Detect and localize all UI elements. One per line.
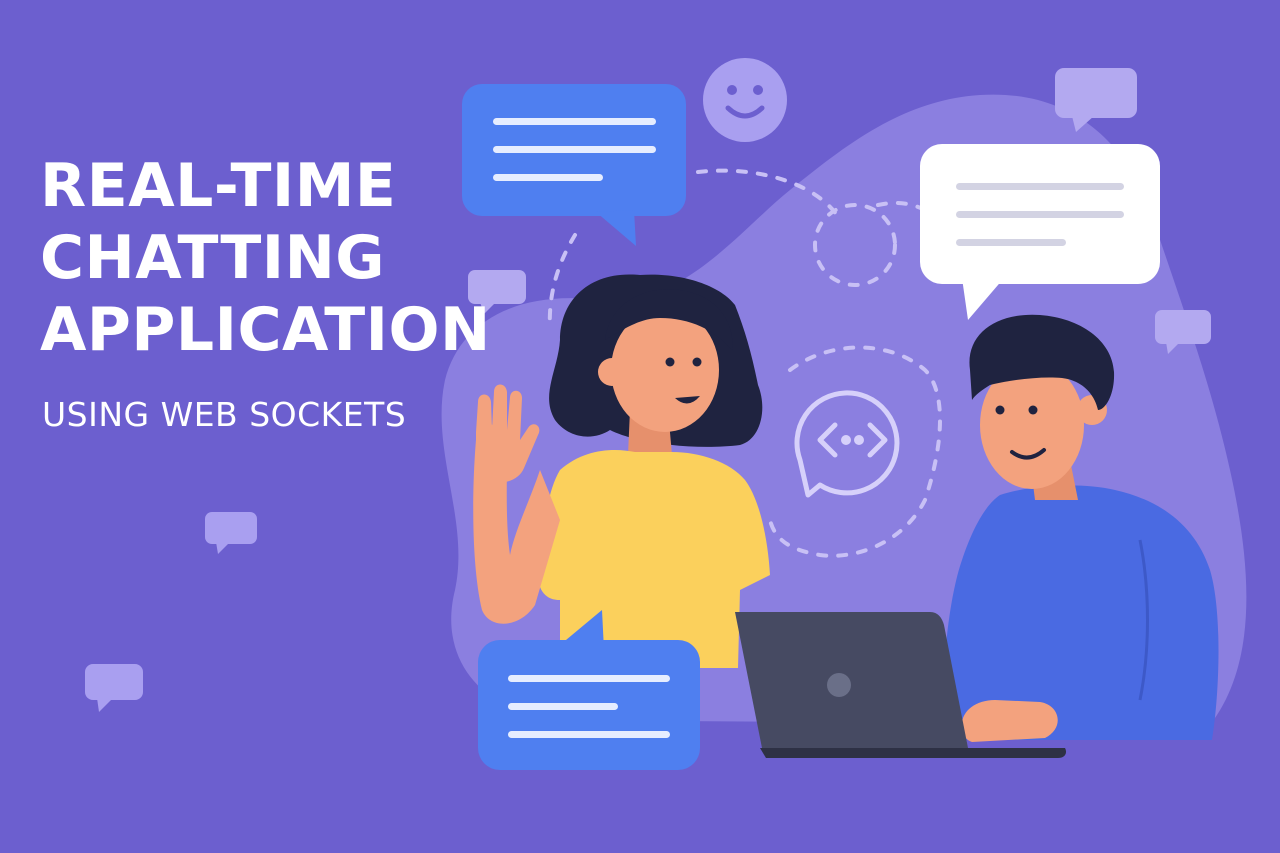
smiley-face-icon — [703, 58, 787, 142]
headline-line-3: APPLICATION — [40, 295, 491, 365]
subtitle: USING WEB SOCKETS — [42, 395, 407, 434]
headline-line-2: CHATTING — [40, 223, 386, 293]
blue-message-bubble — [462, 84, 686, 246]
small-chat-bubble-icon — [85, 664, 143, 712]
headline-line-1: REAL-TIME — [40, 151, 397, 221]
hero-banner: REAL-TIME CHATTING APPLICATION USING WEB… — [0, 0, 1280, 853]
small-chat-bubble-icon — [205, 512, 257, 554]
headline: REAL-TIME CHATTING APPLICATION — [40, 150, 491, 366]
